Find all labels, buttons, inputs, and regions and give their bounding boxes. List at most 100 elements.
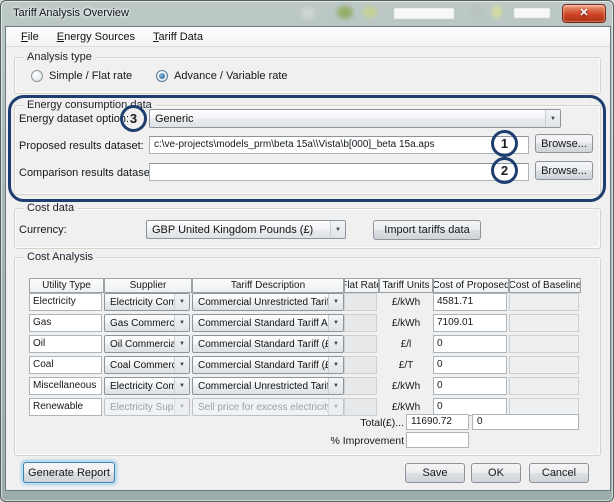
tariff-units-cell: £/kWh	[379, 293, 433, 311]
currency-select[interactable]: GBP United Kingdom Pounds (£) ▼	[146, 220, 346, 239]
tariff-description-select[interactable]: Commercial Unrestricted Tariff (£ G▼	[192, 377, 344, 395]
menu-file[interactable]: File	[12, 29, 48, 45]
proposed-results-dataset-label: Proposed results dataset:	[19, 140, 144, 152]
utility-type-cell[interactable]: Gas	[29, 314, 102, 332]
proposed-results-dataset-field[interactable]: c:\ve-projects\models_prm\beta 15a\\Vist…	[149, 136, 529, 154]
flat-rate-cell	[344, 377, 377, 395]
column-header-utility-type: Utility Type	[29, 278, 104, 293]
save-button[interactable]: Save	[405, 463, 465, 483]
chevron-down-icon: ▼	[328, 399, 343, 415]
total-proposed-value: 11690.72	[406, 414, 469, 430]
tariff-description-select[interactable]: Commercial Unrestricted Tariff (£ G▼	[192, 293, 344, 311]
tariff-units-cell: £/l	[379, 335, 433, 353]
cost-of-proposed-cell[interactable]: 7109.01	[433, 314, 507, 332]
tariff-units-cell: £/kWh	[379, 314, 433, 332]
currency-label: Currency:	[19, 224, 67, 236]
ok-button[interactable]: OK	[471, 463, 521, 483]
radio-advance-variable-rate[interactable]: Advance / Variable rate	[156, 70, 288, 82]
titlebar-blur-artifact	[301, 7, 315, 19]
flat-rate-cell	[344, 293, 377, 311]
window-title: Tariff Analysis Overview	[13, 7, 129, 19]
browse-proposed-button[interactable]: Browse...	[535, 134, 593, 153]
column-header-flat-rate: Flat Rate	[344, 278, 379, 293]
utility-type-cell[interactable]: Coal	[29, 356, 102, 374]
titlebar-blur-artifact	[471, 6, 483, 18]
total-label: Total(£)...	[331, 417, 404, 429]
column-header-tariff-units: Tariff Units	[379, 278, 433, 293]
comparison-results-dataset-label: Comparison results dataset:	[19, 167, 156, 179]
table-row: Oil Oil Commercial Sup▼ Commercial Stand…	[29, 335, 581, 353]
tariff-description-value: Commercial Standard Tariff A (£ GE	[193, 318, 328, 329]
flat-rate-cell	[344, 314, 377, 332]
tariff-description-value: Sell price for excess electricity	[193, 402, 328, 413]
cost-analysis-group-label: Cost Analysis	[23, 251, 97, 263]
tariff-description-value: Commercial Unrestricted Tariff (£ G	[193, 381, 328, 392]
generate-report-button[interactable]: Generate Report	[23, 462, 115, 483]
cost-of-baseline-cell	[509, 293, 579, 311]
total-baseline-value: 0	[472, 414, 579, 430]
tariff-description-select[interactable]: Commercial Standard Tariff (£ GBP▼	[192, 356, 344, 374]
radio-simple-flat-rate[interactable]: Simple / Flat rate	[31, 70, 132, 82]
tariff-description-select: Sell price for excess electricity▼	[192, 398, 344, 416]
radio-simple-flat-rate-label: Simple / Flat rate	[49, 70, 132, 82]
chevron-down-icon: ▼	[328, 336, 343, 352]
browse-comparison-button[interactable]: Browse...	[535, 161, 593, 180]
supplier-select: Electricity Supplier1▼	[104, 398, 190, 416]
close-button[interactable]: ✕	[562, 4, 606, 23]
supplier-select[interactable]: Coal Commercial Su▼	[104, 356, 190, 374]
supplier-select[interactable]: Electricity Commerc▼	[104, 293, 190, 311]
flat-rate-cell	[344, 398, 377, 416]
currency-value: GBP United Kingdom Pounds (£)	[147, 224, 330, 236]
titlebar-blur-artifact	[393, 7, 455, 20]
supplier-value: Electricity Supplier1	[105, 402, 174, 413]
cost-of-baseline-cell	[509, 314, 579, 332]
utility-type-cell[interactable]: Electricity	[29, 293, 102, 311]
cost-of-baseline-cell	[509, 377, 579, 395]
comparison-results-dataset-field[interactable]	[149, 163, 529, 181]
flat-rate-cell	[344, 335, 377, 353]
analysis-type-group-label: Analysis type	[23, 51, 96, 63]
energy-dataset-option-value: Generic	[150, 113, 545, 125]
menu-energy-sources[interactable]: Energy Sources	[48, 29, 144, 45]
radio-button-icon	[156, 70, 168, 82]
cancel-button[interactable]: Cancel	[529, 463, 589, 483]
cost-of-proposed-cell[interactable]: 0	[433, 335, 507, 353]
column-header-cost-of-baseline: Cost of Baseline	[509, 278, 581, 293]
supplier-select[interactable]: Oil Commercial Sup▼	[104, 335, 190, 353]
menu-tariff-data[interactable]: Tariff Data	[144, 29, 212, 45]
table-row: Electricity Electricity Commerc▼ Commerc…	[29, 293, 581, 311]
cost-of-proposed-cell[interactable]: 0	[433, 356, 507, 374]
supplier-value: Oil Commercial Sup	[105, 339, 174, 350]
import-tariffs-data-button[interactable]: Import tariffs data	[373, 220, 481, 240]
titlebar-blur-artifact	[492, 5, 502, 18]
chevron-down-icon: ▼	[328, 378, 343, 394]
cost-analysis-table-header: Utility Type Supplier Tariff Description…	[29, 278, 581, 293]
energy-dataset-option-select[interactable]: Generic ▼	[149, 109, 561, 128]
tariff-units-cell: £/T	[379, 356, 433, 374]
cost-of-baseline-cell	[509, 335, 579, 353]
chevron-down-icon: ▼	[174, 294, 189, 310]
utility-type-cell[interactable]: Oil	[29, 335, 102, 353]
table-row: Coal Coal Commercial Su▼ Commercial Stan…	[29, 356, 581, 374]
chevron-down-icon: ▼	[174, 378, 189, 394]
column-header-tariff-description: Tariff Description	[192, 278, 344, 293]
supplier-select[interactable]: Gas Commercial Su▼	[104, 314, 190, 332]
chevron-down-icon: ▼	[174, 399, 189, 415]
tariff-description-select[interactable]: Commercial Standard Tariff (£ GBP▼	[192, 335, 344, 353]
cost-of-proposed-cell[interactable]: 4581.71	[433, 293, 507, 311]
supplier-select[interactable]: Electricity Commerc▼	[104, 377, 190, 395]
chevron-down-icon: ▼	[174, 357, 189, 373]
column-header-cost-of-proposed: Cost of Proposed	[433, 278, 509, 293]
utility-type-cell[interactable]: Renewable	[29, 398, 102, 416]
utility-type-cell[interactable]: Miscellaneous	[29, 377, 102, 395]
cost-data-group-label: Cost data	[23, 202, 78, 214]
radio-button-icon	[31, 70, 43, 82]
cost-of-proposed-cell[interactable]: 0	[433, 377, 507, 395]
chevron-down-icon: ▼	[330, 221, 345, 238]
tariff-description-value: Commercial Standard Tariff (£ GBP	[193, 339, 328, 350]
tariff-description-select[interactable]: Commercial Standard Tariff A (£ GE▼	[192, 314, 344, 332]
titlebar-blur-artifact	[363, 6, 377, 18]
flat-rate-cell	[344, 356, 377, 374]
cost-of-baseline-cell	[509, 356, 579, 374]
percent-improvement-value	[406, 432, 469, 448]
